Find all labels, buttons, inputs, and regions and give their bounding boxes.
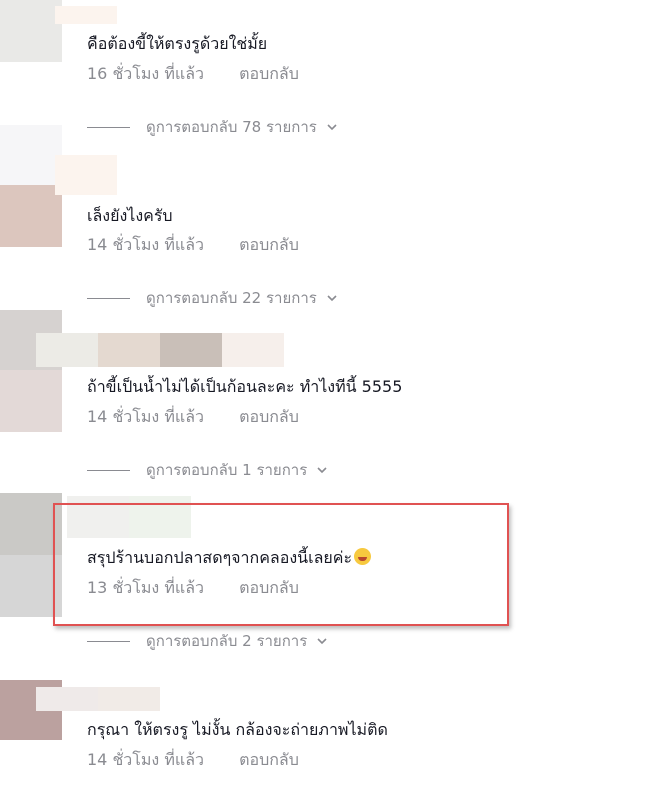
- divider: [87, 640, 130, 642]
- view-replies-label: ดูการตอบกลับ 22 รายการ: [146, 289, 317, 307]
- comment-text: คือต้องขี้ให้ตรงรูด้วยใช่มั้ย: [87, 34, 268, 53]
- username-redacted: [36, 333, 98, 367]
- comment-meta: 14 ชั่วโมง ที่แล้ว ตอบกลับ: [87, 749, 299, 771]
- view-replies-label: ดูการตอบกลับ 1 รายการ: [146, 461, 308, 479]
- reply-button[interactable]: ตอบกลับ: [239, 749, 299, 771]
- avatar[interactable]: [0, 125, 62, 185]
- username-redacted: [55, 6, 117, 24]
- comment-text: เล็งยังไงครับ: [87, 206, 173, 225]
- avatar[interactable]: [0, 0, 62, 62]
- divider: [87, 297, 130, 299]
- comment-meta: 13 ชั่วโมง ที่แล้ว ตอบกลับ: [87, 577, 299, 599]
- divider: [87, 126, 130, 128]
- comment-text: ถ้าขี้เป็นน้ำไม่ได้เป็นก้อนละคะ ทำไงทีนี…: [87, 377, 403, 396]
- username-redacted: [98, 687, 160, 711]
- comment-text-row: สรุปร้านบอกปลาสดๆจากคลองนี้เลยค่ะ: [87, 547, 372, 569]
- comment-timestamp: 14 ชั่วโมง ที่แล้ว: [87, 235, 204, 254]
- divider: [87, 469, 130, 471]
- chevron-down-icon: [317, 638, 327, 645]
- avatar[interactable]: [0, 370, 62, 432]
- comment-timestamp: 13 ชั่วโมง ที่แล้ว: [87, 578, 204, 597]
- username-redacted: [222, 333, 284, 367]
- avatar[interactable]: [0, 185, 62, 247]
- username-redacted: [55, 155, 117, 195]
- comment-meta: 16 ชั่วโมง ที่แล้ว ตอบกลับ: [87, 63, 299, 85]
- comments-panel: คือต้องขี้ให้ตรงรูด้วยใช่มั้ย 16 ชั่วโมง…: [0, 0, 659, 787]
- comment-timestamp: 14 ชั่วโมง ที่แล้ว: [87, 750, 204, 769]
- view-replies-button[interactable]: ดูการตอบกลับ 1 รายการ: [87, 460, 329, 480]
- view-replies-label: ดูการตอบกลับ 78 รายการ: [146, 118, 317, 136]
- chevron-down-icon: [317, 467, 327, 474]
- reply-button[interactable]: ตอบกลับ: [239, 577, 299, 599]
- username-redacted: [98, 333, 160, 367]
- comment-text: สรุปร้านบอกปลาสดๆจากคลองนี้เลยค่ะ: [87, 548, 353, 567]
- username-redacted: [36, 687, 98, 711]
- reply-button[interactable]: ตอบกลับ: [239, 406, 299, 428]
- comment-text: กรุณา ให้ตรงรู ไม่งั้น กล้องจะถ่ายภาพไม่…: [87, 720, 388, 739]
- chevron-down-icon: [327, 295, 337, 302]
- chevron-down-icon: [327, 124, 337, 131]
- view-replies-button[interactable]: ดูการตอบกลับ 22 รายการ: [87, 288, 339, 308]
- comment-meta: 14 ชั่วโมง ที่แล้ว ตอบกลับ: [87, 234, 299, 256]
- view-replies-button[interactable]: ดูการตอบกลับ 78 รายการ: [87, 117, 339, 137]
- comment-timestamp: 16 ชั่วโมง ที่แล้ว: [87, 64, 204, 83]
- reply-button[interactable]: ตอบกลับ: [239, 234, 299, 256]
- view-replies-label: ดูการตอบกลับ 2 รายการ: [146, 632, 308, 650]
- reply-button[interactable]: ตอบกลับ: [239, 63, 299, 85]
- username-redacted: [160, 333, 222, 367]
- comment-timestamp: 14 ชั่วโมง ที่แล้ว: [87, 407, 204, 426]
- comment-meta: 14 ชั่วโมง ที่แล้ว ตอบกลับ: [87, 406, 299, 428]
- laughing-face-icon: [354, 548, 372, 565]
- view-replies-button[interactable]: ดูการตอบกลับ 2 รายการ: [87, 631, 329, 651]
